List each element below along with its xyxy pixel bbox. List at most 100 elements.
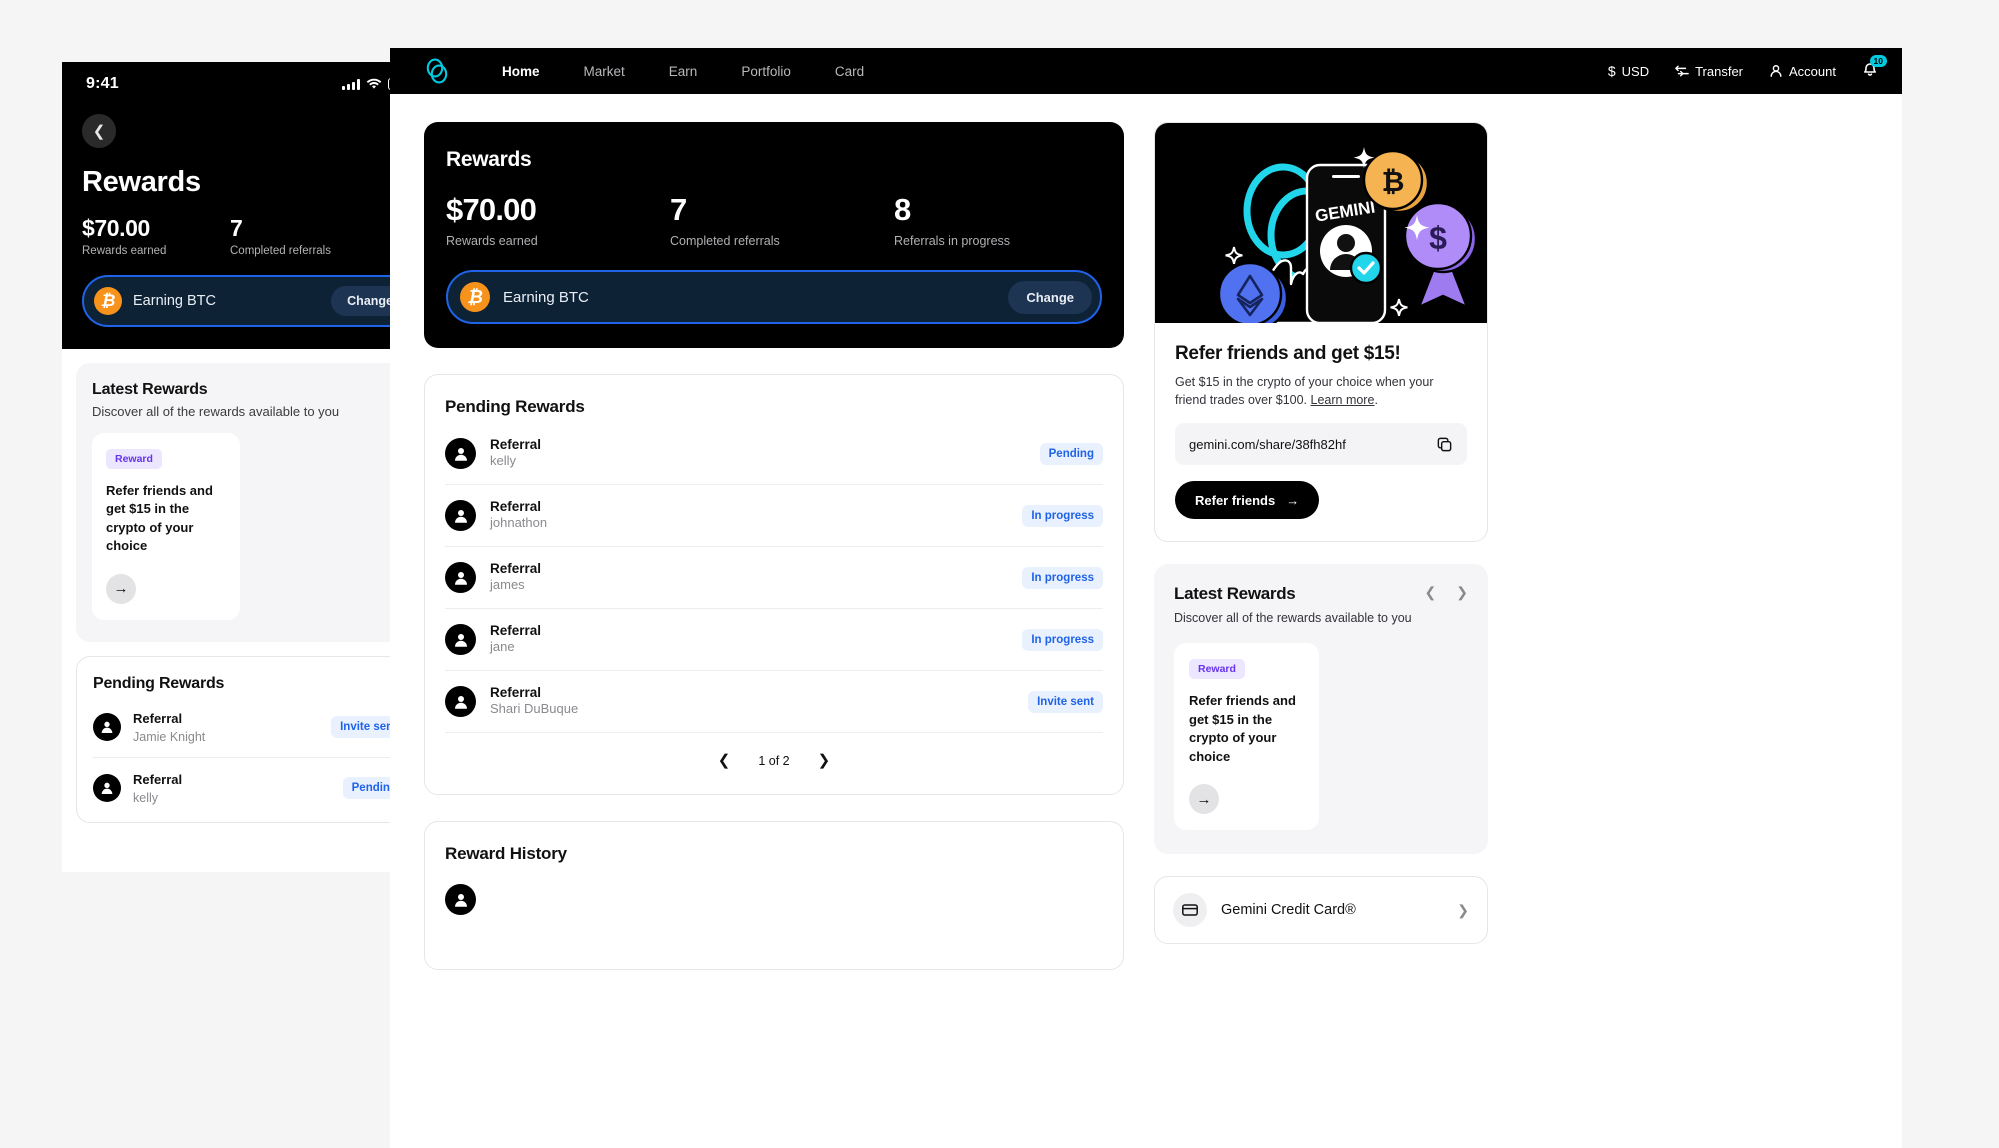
nav-item-earn[interactable]: Earn	[647, 64, 720, 79]
arrow-right-icon[interactable]: →	[1189, 784, 1219, 815]
earning-pill[interactable]: ₿ Earning BTC Change	[446, 270, 1102, 324]
mobile-latest-rewards-card: Latest Rewards Discover all of the rewar…	[76, 363, 423, 642]
svg-text:₿: ₿	[1382, 166, 1405, 197]
stat-label: Referrals in progress	[894, 234, 1011, 248]
copy-icon[interactable]	[1436, 436, 1453, 453]
row-text: Referral jane	[490, 623, 1022, 656]
svg-text:$: $	[1429, 220, 1447, 256]
nav-links: Home Market Earn Portfolio Card	[480, 64, 886, 79]
stat-label: Completed referrals	[670, 234, 780, 248]
refer-friends-label: Refer friends	[1195, 492, 1276, 508]
stat-value: $70.00	[446, 192, 537, 227]
pending-rewards-panel: Pending Rewards Referral kelly Pending R…	[424, 374, 1124, 795]
refer-card-description: Get $15 in the crypto of your choice whe…	[1175, 373, 1467, 409]
chevron-left-icon: ❮	[92, 123, 106, 140]
avatar	[445, 884, 476, 915]
carousel-controls: ❮ ❯	[1425, 584, 1468, 601]
mobile-earning-pill[interactable]: ₿ Earning BTC Change	[82, 275, 417, 327]
row-text: Referral johnathon	[490, 499, 1022, 532]
status-badge: In progress	[1022, 504, 1103, 527]
table-row[interactable]: Referral kelly Pending	[445, 423, 1103, 485]
change-button[interactable]: Change	[1008, 280, 1092, 314]
notification-count-badge: 10	[1869, 54, 1887, 68]
refer-card-title: Refer friends and get $15!	[1175, 343, 1401, 364]
rewards-hero-card: Rewards $70.00 Rewards earned 7 Complete…	[424, 122, 1124, 348]
refer-card-body: Refer friends and get $15! Get $15 in th…	[1155, 323, 1487, 541]
credit-card-link[interactable]: Gemini Credit Card® ❯	[1154, 876, 1488, 945]
table-row[interactable]: Referral james In progress	[445, 547, 1103, 609]
mobile-reward-tile[interactable]: Reward Refer friends and get $15 in the …	[92, 433, 240, 620]
signal-bars-icon	[342, 78, 360, 90]
nav-item-card[interactable]: Card	[813, 64, 886, 79]
transfer-icon	[1675, 65, 1689, 77]
chevron-right-icon: ❯	[1457, 901, 1469, 918]
row-text: Referral kelly	[490, 437, 1040, 470]
table-row[interactable]	[445, 870, 1103, 929]
hero-stats: $70.00 Rewards earned 7 Completed referr…	[446, 192, 1102, 248]
back-button[interactable]: ❮	[82, 114, 116, 148]
gemini-logo-icon[interactable]	[424, 58, 450, 84]
earning-label: Earning BTC	[503, 288, 589, 306]
tile-text: Refer friends and get $15 in the crypto …	[106, 483, 213, 554]
row-text: Referral Shari DuBuque	[490, 685, 1028, 718]
row-title: Referral	[490, 561, 542, 576]
learn-more-link[interactable]: Learn more	[1311, 393, 1375, 407]
description-text: Get $15 in the crypto of your choice whe…	[1175, 375, 1434, 408]
avatar	[93, 712, 121, 741]
refer-friends-card: GEMINI ₿ $ Refer friends and get $15! Ge…	[1154, 122, 1488, 543]
notifications-button[interactable]: 10	[1862, 54, 1887, 82]
chevron-right-icon[interactable]: ❯	[1456, 584, 1468, 601]
sidebar-column: GEMINI ₿ $ Refer friends and get $15! Ge…	[1154, 122, 1488, 970]
chevron-right-icon[interactable]: ❯	[818, 753, 831, 768]
list-item[interactable]: Referral Jamie Knight Invite sent	[93, 697, 406, 758]
row-name: johnathon	[490, 515, 548, 530]
currency-selector[interactable]: $ USD	[1608, 63, 1649, 79]
row-name: Shari DuBuque	[490, 701, 579, 716]
row-title: Referral	[490, 685, 542, 700]
nav-item-portfolio[interactable]: Portfolio	[719, 64, 813, 79]
main-column: Rewards $70.00 Rewards earned 7 Complete…	[424, 122, 1124, 970]
stat-value: 7	[670, 192, 687, 227]
nav-item-market[interactable]: Market	[562, 64, 647, 79]
row-text: Referral james	[490, 561, 1022, 594]
desktop-body: Rewards $70.00 Rewards earned 7 Complete…	[390, 94, 1902, 970]
arrow-right-icon[interactable]: →	[106, 573, 136, 604]
refer-friends-button[interactable]: Refer friends →	[1175, 481, 1320, 520]
chevron-left-icon[interactable]: ❮	[718, 753, 731, 768]
avatar	[445, 438, 476, 469]
mobile-header: 9:41 ❮ Rewards $70.00 Rewards earned 7 C	[62, 62, 437, 349]
reward-tile[interactable]: Reward Refer friends and get $15 in the …	[1174, 643, 1319, 831]
pagination: ❮ 1 of 2 ❯	[445, 733, 1103, 786]
chevron-left-icon[interactable]: ❮	[1425, 584, 1437, 601]
table-row[interactable]: Referral johnathon In progress	[445, 485, 1103, 547]
avatar	[93, 773, 121, 802]
bitcoin-icon: ₿	[460, 282, 490, 312]
stat-value: 7	[230, 215, 243, 241]
list-item[interactable]: Referral kelly Pending	[93, 758, 406, 818]
mobile-stats: $70.00 Rewards earned 7 Completed referr…	[82, 215, 417, 257]
stat-value: 8	[894, 192, 911, 227]
table-row[interactable]: Referral jane In progress	[445, 609, 1103, 671]
reward-chip: Reward	[1189, 659, 1245, 680]
currency-label: USD	[1621, 63, 1650, 79]
status-badge: In progress	[1022, 628, 1103, 651]
mobile-preview: 9:41 ❮ Rewards $70.00 Rewards earned 7 C	[62, 62, 437, 872]
account-button[interactable]: Account	[1769, 64, 1836, 79]
hero-title: Rewards	[446, 148, 532, 171]
row-name: james	[490, 577, 525, 592]
row-title: Referral	[490, 437, 542, 452]
stat-referrals-in-progress: 8 Referrals in progress	[894, 192, 1118, 248]
screen: 9:41 ❮ Rewards $70.00 Rewards earned 7 C	[0, 0, 1999, 1148]
dollar-icon: $	[1607, 63, 1616, 79]
referral-illustration: GEMINI ₿ $	[1155, 123, 1487, 331]
stat-label: Rewards earned	[446, 234, 538, 248]
mobile-page-title: Rewards	[82, 166, 201, 198]
referral-link-field[interactable]: gemini.com/share/38fh82hf	[1175, 423, 1467, 466]
nav-right-group: $ USD Transfer Account 10	[1608, 54, 1887, 82]
transfer-button[interactable]: Transfer	[1675, 64, 1743, 79]
stat-rewards-earned: $70.00 Rewards earned	[446, 192, 670, 248]
nav-item-home[interactable]: Home	[480, 64, 562, 79]
stat-completed-referrals: 7 Completed referrals	[670, 192, 894, 248]
row-name: kelly	[133, 790, 159, 805]
table-row[interactable]: Referral Shari DuBuque Invite sent	[445, 671, 1103, 733]
